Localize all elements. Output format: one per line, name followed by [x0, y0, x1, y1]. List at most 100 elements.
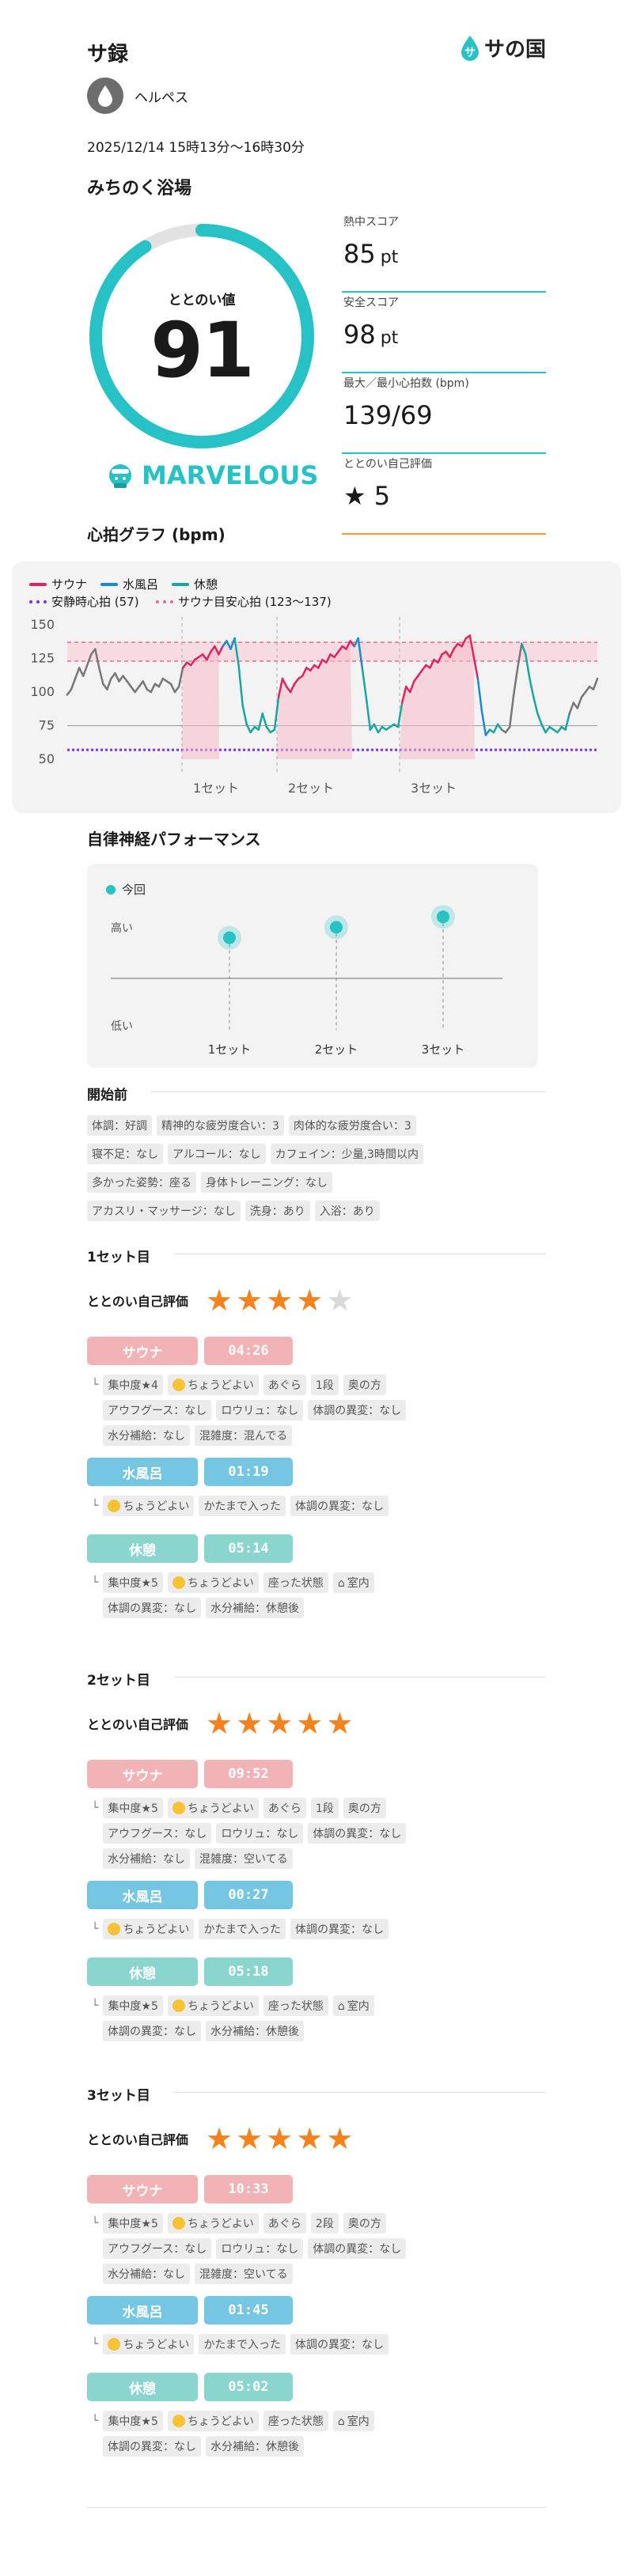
detail-tag-row: 体調の異変：なし 水分補給：休憩後	[92, 2021, 551, 2041]
rest-chip: 休憩	[87, 1534, 198, 1563]
detail-tags: └ ちょうどよい かたまで入った 体調の異変：なし	[92, 2334, 551, 2359]
user-row[interactable]: ヘルペス	[87, 78, 188, 114]
condition-tag: 精神的な疲労度合い：3	[157, 1115, 284, 1136]
detail-tag: 体調の異変：なし	[308, 2238, 407, 2259]
y-tick-label: 75	[39, 718, 55, 733]
detail-tags: └ 集中度★5 ちょうどよい あぐら 1段 奥の方 アウフグース：なし ロウリュ：なし 体調の異…	[92, 1798, 551, 1874]
water-time-chip: 01:45	[204, 2296, 293, 2324]
detail-tag-row: └ 集中度★5 ちょうどよい 座った状態 ⌂ 室内	[92, 2411, 551, 2431]
sauna-chip: サウナ	[87, 1337, 198, 1365]
detail-tag-row: └ 集中度★5 ちょうどよい 座った状態 ⌂ 室内	[92, 1572, 551, 1593]
divider	[174, 1677, 546, 1678]
star-filled-icon: ★	[266, 2121, 294, 2156]
condition-tag: 多かった姿勢：座る	[87, 1172, 196, 1193]
avatar[interactable]	[87, 78, 123, 114]
water-chip: 水風呂	[87, 1881, 198, 1909]
detail-tag-row: └ 集中度★5 ちょうどよい あぐら 1段 奥の方	[92, 1798, 551, 1818]
condition-tag: 身体トレーニング：なし	[201, 1172, 332, 1193]
hr-line-segment	[544, 725, 551, 734]
hr-line-segment	[564, 712, 570, 731]
corner-mark: └	[92, 2338, 99, 2351]
star-filled-icon: ★	[296, 2121, 324, 2156]
star-filled-icon: ★	[266, 1283, 294, 1318]
detail-tag-row: 水分補給：なし 混雑度：混んでる	[92, 1425, 551, 1446]
detail-tag: 水分補給：なし	[103, 1425, 190, 1446]
star-filled-icon: ★	[296, 1706, 324, 1741]
divider	[174, 2092, 546, 2093]
hr-line-segment	[261, 712, 268, 728]
star-filled-icon: ★	[206, 1706, 233, 1741]
hr-line-segment	[237, 664, 244, 707]
brand-logo-text: サの国	[483, 38, 546, 62]
score-value: 139/69	[343, 400, 433, 430]
hr-line-segment	[81, 664, 89, 677]
star-filled-icon: ★	[236, 2121, 263, 2156]
hr-line-segment	[377, 725, 384, 734]
divider	[150, 1091, 546, 1092]
rest-chip: 休憩	[87, 1958, 198, 1986]
hr-line-segment	[584, 685, 591, 694]
smile-emoji-icon	[108, 1500, 121, 1512]
detail-tag: 体調の異変：なし	[290, 1919, 389, 1939]
detail-tag: 座った状態	[263, 2411, 328, 2431]
detail-tag: 体調の異変：なし	[103, 1598, 201, 1618]
detail-tag: 座った状態	[263, 1995, 328, 2016]
condition-tag: アカスリ・マッサージ：なし	[87, 1201, 241, 1221]
hr-line-segment	[106, 677, 112, 690]
star-empty-icon: ★	[326, 1283, 354, 1318]
detail-tag: 奥の方	[343, 2213, 386, 2234]
ans-point	[437, 910, 449, 924]
condition-tag: 肉体的な疲労度合い：3	[288, 1115, 416, 1136]
detail-tags: └ 集中度★5 ちょうどよい あぐら 2段 奥の方 アウフグース：なし ロウリュ：なし 体調の異…	[92, 2213, 551, 2289]
ans-x-label: 2セット	[315, 1042, 358, 1057]
ans-x-label: 3セット	[422, 1042, 465, 1057]
brand-logo[interactable]: サ サの国	[459, 33, 546, 62]
hr-line-segment	[361, 667, 368, 699]
detail-tag: ちょうどよい	[167, 1375, 259, 1395]
ans-title: 自律神経パフォーマンス	[87, 830, 261, 849]
y-tick-label: 125	[30, 651, 55, 666]
star-filled-icon: ★	[296, 1283, 324, 1318]
condition-tag: 入浴：あり	[314, 1201, 380, 1221]
detail-tag: 体調の異変：なし	[290, 2334, 389, 2355]
smile-emoji-icon	[172, 1576, 185, 1589]
app-header: サ録 サ サの国	[87, 32, 546, 70]
score-value: 98 pt	[343, 320, 399, 350]
gauge-value: 91	[150, 306, 255, 395]
pre-tag-row: 体調：好調 精神的な疲労度合い：3 肉体的な疲労度合い：3	[87, 1115, 546, 1144]
ans-point	[223, 931, 236, 944]
score-list: 熱中スコア 85 pt 安全スコア 98 pt 最大／最小心拍数 (bpm) 139…	[342, 212, 546, 535]
smile-emoji-icon	[108, 1923, 121, 1935]
y-tick-label: 50	[39, 751, 55, 766]
detail-tag: 2段	[310, 2213, 339, 2234]
star-filled-icon: ★	[206, 2121, 233, 2156]
ans-x-label: 1セット	[208, 1042, 252, 1057]
detail-tags: └ 集中度★5 ちょうどよい 座った状態 ⌂ 室内 体調の異変：なし 水分補給：休憩後	[92, 1995, 551, 2046]
page-title: サ録	[87, 43, 129, 66]
smile-emoji-icon	[172, 2415, 185, 2427]
detail-tag: あぐら	[263, 1798, 306, 1818]
mascot-icon	[109, 464, 131, 488]
sauna-time-chip: 09:52	[204, 1760, 293, 1788]
hr-line-segment	[249, 725, 256, 734]
sauna-chip: サウナ	[87, 1760, 198, 1788]
detail-tag: 水分補給：休憩後	[206, 2021, 304, 2041]
score-value: ★ 5	[343, 481, 391, 511]
totonoi-gauge: ととのい値 91	[83, 218, 320, 455]
condition-tag: 体調：好調	[87, 1115, 152, 1136]
detail-tags: └ 集中度★4 ちょうどよい あぐら 1段 奥の方 アウフグース：なし ロウリュ：なし 体調の異…	[92, 1375, 551, 1451]
detail-tag: 集中度★4	[103, 1375, 163, 1395]
corner-mark: └	[92, 1379, 99, 1391]
detail-tag: 集中度★5	[103, 2411, 163, 2431]
house-icon: ⌂	[337, 1577, 345, 1590]
hr-line-segment	[556, 725, 563, 734]
star-filled-icon: ★	[236, 1706, 263, 1741]
detail-tag: ちょうどよい	[167, 2411, 259, 2431]
hr-line-segment	[74, 667, 81, 680]
hr-line-segment	[568, 702, 575, 715]
detail-tag: 混雑度：混んでる	[195, 1425, 293, 1446]
corner-mark: └	[92, 2217, 99, 2230]
star-filled-icon: ★	[206, 1283, 233, 1318]
detail-tag: 集中度★5	[103, 1995, 163, 2016]
pre-tag-row: 寝不足：なし アルコール：なし カフェイン：少量,3時間以内	[87, 1144, 546, 1172]
